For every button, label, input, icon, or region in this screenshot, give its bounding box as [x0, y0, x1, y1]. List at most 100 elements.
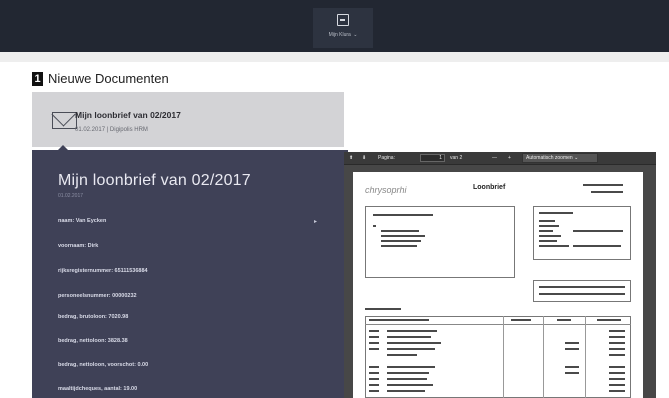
table-cell: [369, 378, 379, 380]
zoom-in-button[interactable]: +: [508, 154, 511, 162]
section-number-badge: 1: [32, 72, 43, 86]
summary-box: [533, 280, 631, 302]
info-line: [539, 235, 561, 237]
table-cell: [387, 384, 433, 386]
table-cell: [387, 336, 431, 338]
table-cell: [609, 342, 625, 344]
document-title[interactable]: Mijn loonbrief van 02/2017: [75, 110, 181, 120]
mijn-klura-label: Mijn Klura: [328, 32, 351, 38]
table-cell: [387, 372, 429, 374]
document-detail-panel: Mijn loonbrief van 02/2017 01.02.2017 ▸ …: [32, 150, 348, 398]
mijn-klura-menu[interactable]: Mijn Klura ⌄: [313, 8, 373, 48]
table-divider: [503, 316, 504, 398]
zoom-out-button[interactable]: —: [492, 154, 497, 162]
next-page-icon[interactable]: ⬇: [362, 154, 366, 162]
table-cell: [369, 336, 379, 338]
info-line: [539, 245, 569, 247]
table-cell: [565, 366, 579, 368]
info-line: [539, 225, 559, 227]
address-line: [373, 214, 433, 216]
detail-date: 01.02.2017: [58, 193, 84, 199]
document-meta: 01.02.2017 | Digipolis HRM: [75, 127, 148, 133]
table-cell: [369, 330, 379, 332]
table-cell: [609, 330, 625, 332]
table-cell: [387, 348, 435, 350]
top-navigation-bar: Mijn Klura ⌄: [0, 0, 669, 52]
table-cell: [565, 342, 579, 344]
field-brutoloon: bedrag, brutoloon: 7020.98: [58, 314, 129, 320]
address-line: [373, 225, 376, 227]
table-cell: [369, 342, 379, 344]
info-line: [539, 240, 557, 242]
field-nettoloon-voorschot: bedrag, nettoloon, voorschot: 0.00: [58, 362, 149, 368]
table-cell: [609, 390, 625, 392]
table-header-text: [369, 319, 429, 321]
table-heading: [365, 308, 401, 310]
table-cell: [387, 366, 435, 368]
table-cell: [609, 384, 625, 386]
chevron-down-icon: ⌄: [351, 32, 358, 38]
address-box: [365, 206, 515, 278]
info-line: [573, 245, 621, 247]
page-label: Pagina:: [378, 155, 395, 161]
document-logo: chrysoprhi: [365, 185, 407, 195]
page-count: van 2: [450, 155, 463, 161]
table-cell: [369, 372, 379, 374]
address-line: [381, 240, 421, 242]
table-cell: [565, 348, 579, 350]
address-line: [381, 230, 419, 232]
table-divider: [585, 316, 586, 398]
previous-page-icon[interactable]: ⬆: [349, 154, 353, 162]
table-cell: [369, 366, 379, 368]
info-line: [539, 220, 555, 222]
table-cell: [565, 372, 579, 374]
table-cell: [387, 390, 425, 392]
subheader-band: [0, 52, 669, 62]
table-divider: [365, 324, 631, 325]
table-cell: [609, 354, 625, 356]
table-cell: [387, 378, 427, 380]
table-cell: [609, 366, 625, 368]
summary-line: [539, 293, 625, 295]
table-cell: [369, 390, 379, 392]
field-nettoloon: bedrag, nettoloon: 3828.38: [58, 338, 128, 344]
field-naam: naam: Van Eycken: [58, 218, 107, 224]
table-header-text: [511, 319, 531, 321]
pdf-viewer: ⬆ ⬇ Pagina: 1 van 2 — + Automatisch zoom…: [344, 152, 656, 398]
info-box: [533, 206, 631, 260]
info-line: [539, 212, 573, 214]
table-divider: [543, 316, 544, 398]
info-line: [573, 230, 623, 232]
chevron-down-icon: ⌄: [574, 155, 579, 161]
table-cell: [369, 384, 379, 386]
table-header-text: [557, 319, 571, 321]
table-cell: [387, 330, 437, 332]
summary-line: [539, 286, 625, 288]
zoom-select[interactable]: Automatisch zoomen ⌄: [522, 153, 598, 163]
folder-icon: [337, 14, 349, 26]
info-line: [539, 230, 553, 232]
address-line: [381, 235, 425, 237]
table-cell: [609, 372, 625, 374]
table-cell: [609, 336, 625, 338]
payslip-table: [365, 316, 631, 398]
detail-title: Mijn loonbrief van 02/2017: [58, 172, 251, 189]
zoom-select-value: Automatisch zoomen: [526, 155, 573, 161]
page-number-input[interactable]: 1: [420, 154, 445, 162]
field-personeelsnummer: personeelsnummer: 00000232: [58, 293, 137, 299]
table-cell: [387, 342, 441, 344]
header-text: [591, 191, 623, 193]
table-header-text: [597, 319, 621, 321]
address-line: [381, 245, 417, 247]
pdf-toolbar: ⬆ ⬇ Pagina: 1 van 2 — + Automatisch zoom…: [344, 152, 656, 165]
document-heading: Loonbrief: [473, 184, 506, 191]
table-cell: [609, 378, 625, 380]
pdf-page: chrysoprhi Loonbrief: [353, 172, 643, 398]
chevron-right-icon[interactable]: ▸: [314, 218, 317, 225]
field-rijksregisternummer: rijksregisternummer: 65111536884: [58, 268, 148, 274]
header-text: [583, 184, 623, 186]
section-title: Nieuwe Documenten: [48, 71, 169, 86]
field-maaltijdcheques: maaltijdcheques, aantal: 19.00: [58, 386, 138, 392]
table-cell: [369, 348, 379, 350]
field-voornaam: voornaam: Dirk: [58, 243, 99, 249]
